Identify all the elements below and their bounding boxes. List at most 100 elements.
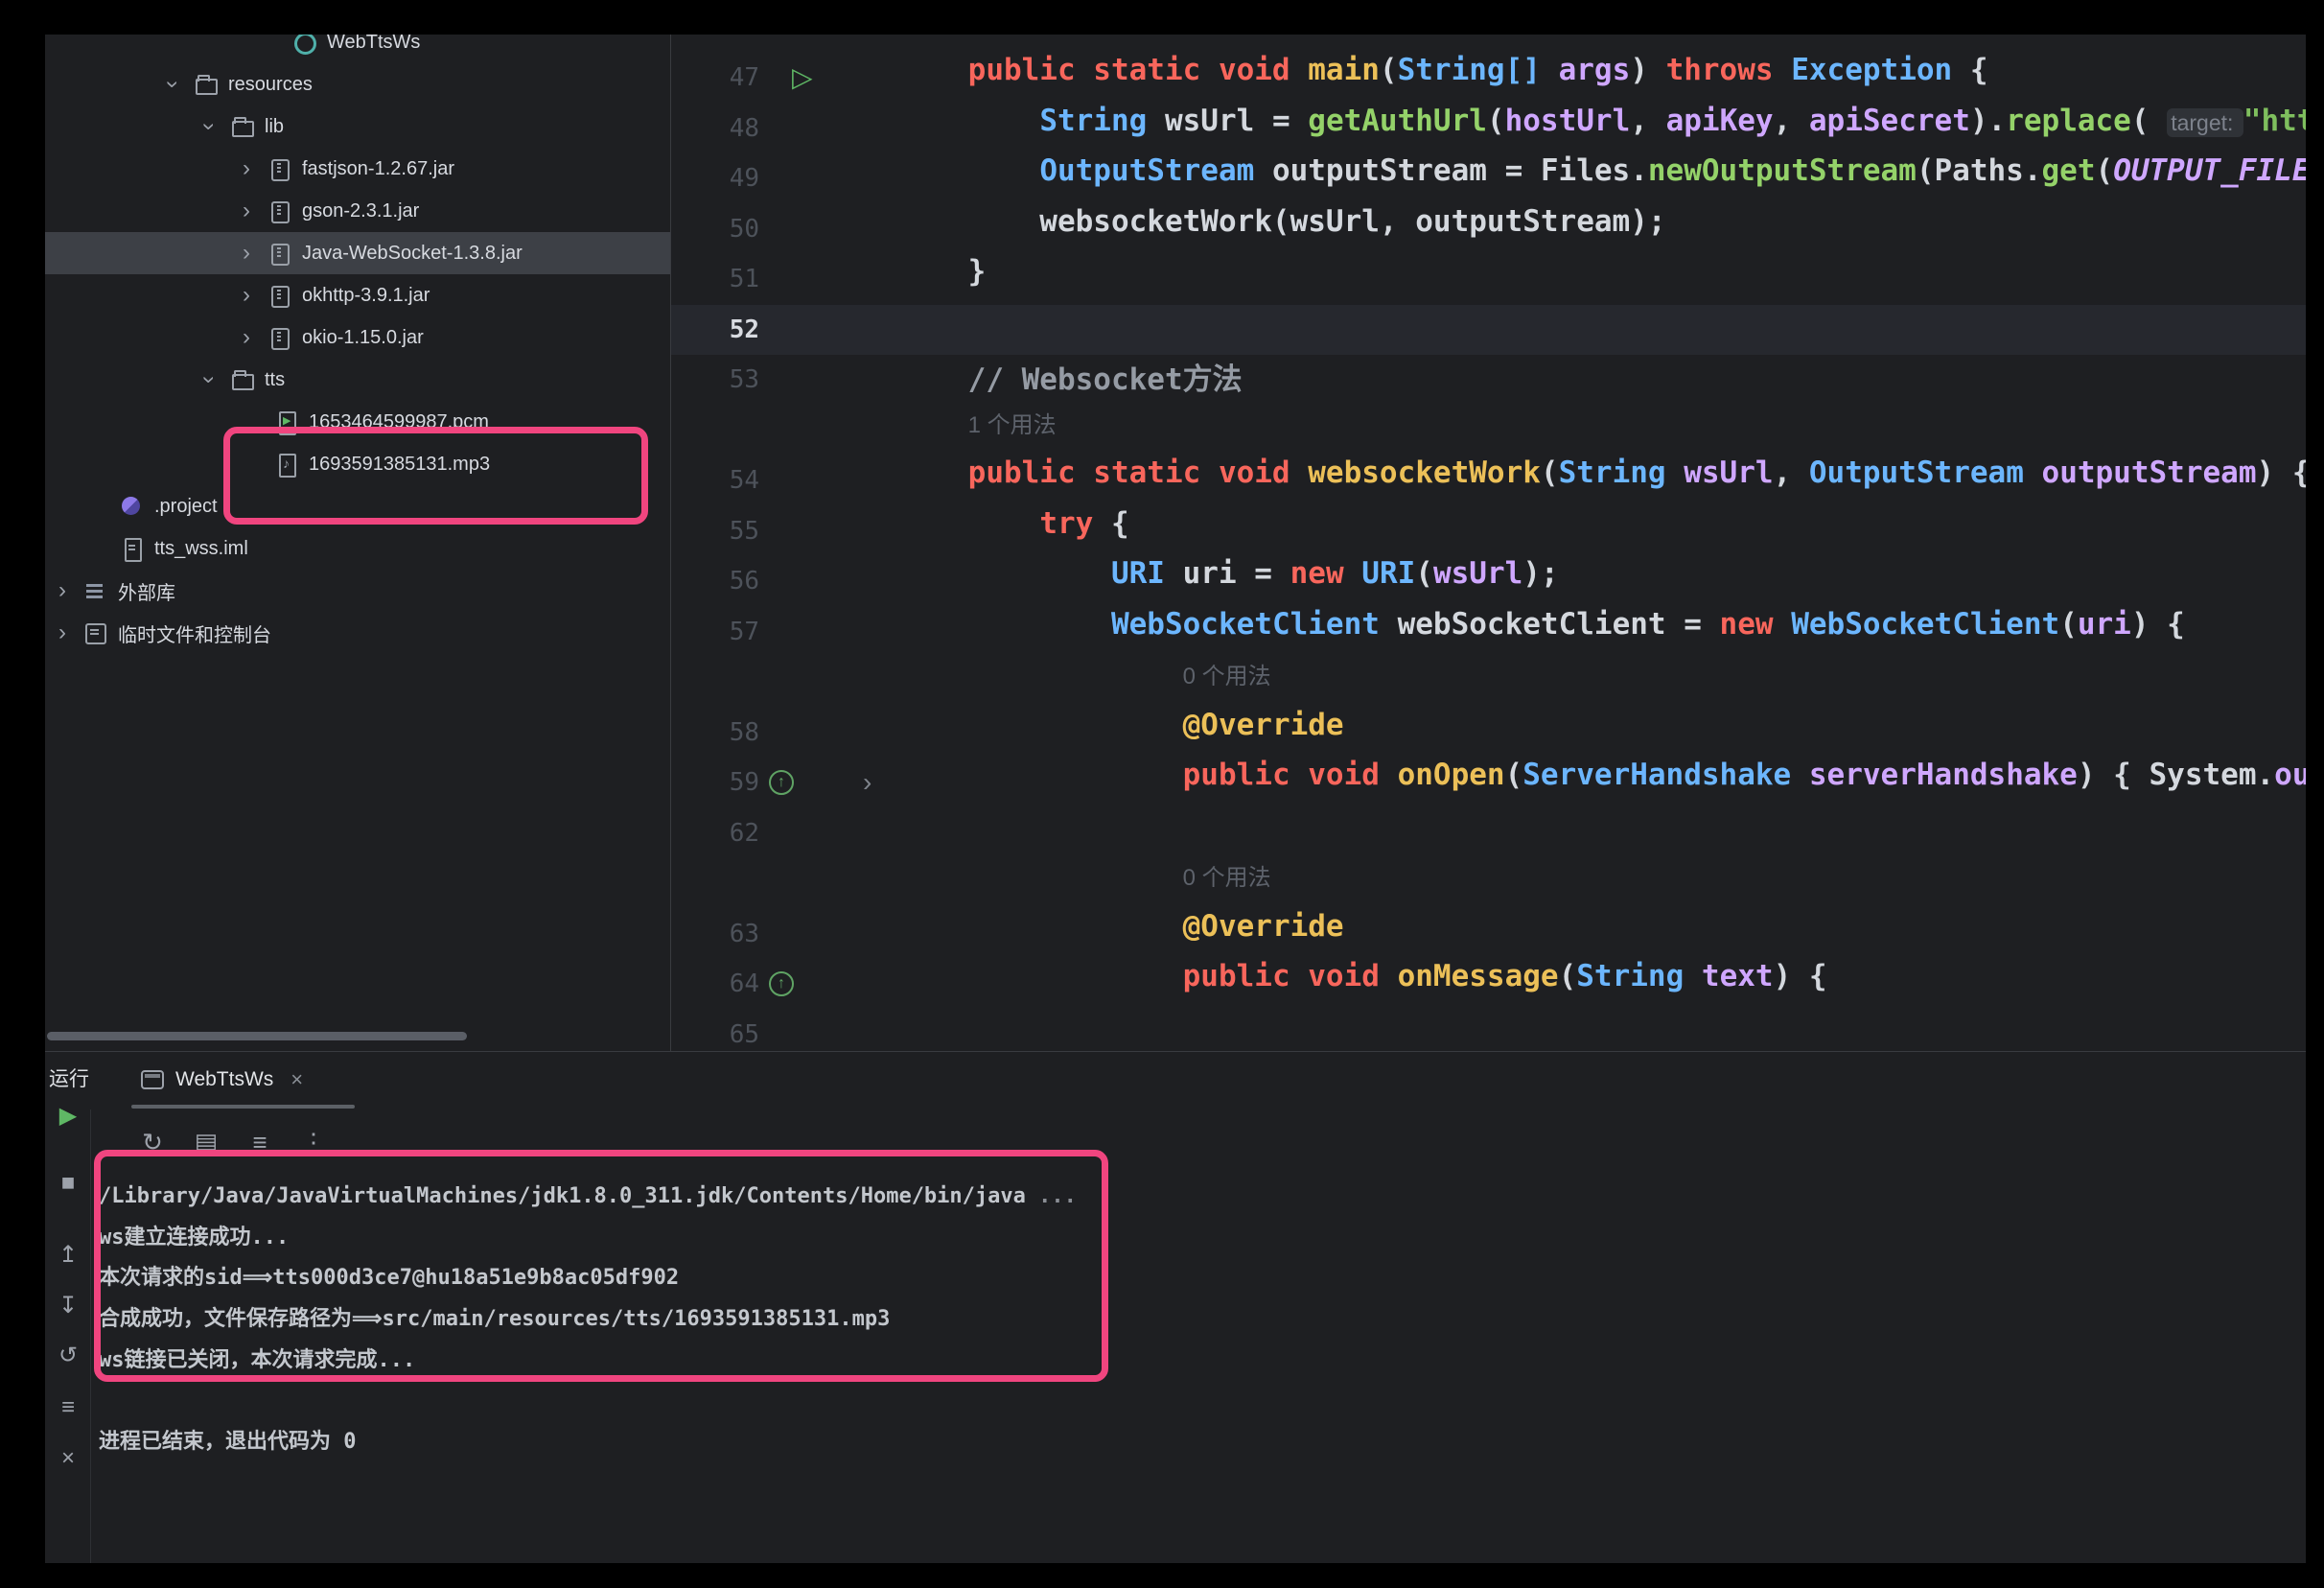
- editor-row[interactable]: 65: [671, 1010, 2306, 1052]
- project-file-icon: [120, 495, 143, 518]
- tree-item-label: fastjson-1.2.67.jar: [302, 158, 454, 180]
- tree-item-okio-jar[interactable]: › okio-1.15.0.jar: [45, 316, 670, 359]
- tree-item-external-libraries[interactable]: › 外部库: [45, 570, 670, 612]
- line-number: 53: [671, 365, 759, 394]
- editor-row[interactable]: 55 try {: [671, 506, 2306, 557]
- code-line: 0 个用法: [896, 657, 1271, 708]
- scroll-up-icon[interactable]: ↥: [49, 1241, 87, 1270]
- editor-row[interactable]: 0 个用法: [671, 858, 2306, 909]
- chevron-right-icon[interactable]: ›: [237, 199, 256, 222]
- fold-arrow-icon[interactable]: ›: [863, 769, 872, 796]
- editor-row[interactable]: 53 // Websocket方法: [671, 355, 2306, 406]
- run-tab-webttsws[interactable]: WebTtsWs ×: [131, 1058, 313, 1102]
- scroll-down-icon[interactable]: ↧: [49, 1292, 87, 1320]
- close-icon[interactable]: ×: [290, 1067, 303, 1092]
- process-exit-line: 进程已结束，退出代码为 0: [99, 1422, 2287, 1463]
- scratch-icon: [83, 621, 106, 644]
- jar-icon: [267, 326, 290, 349]
- line-number: 62: [671, 819, 759, 848]
- line-number: 47: [671, 63, 759, 92]
- editor-row[interactable]: 57 WebSocketClient webSocketClient = new…: [671, 607, 2306, 658]
- tree-item-label: 1693591385131.mp3: [309, 454, 490, 476]
- override-gutter-icon[interactable]: ↑: [769, 971, 794, 996]
- editor-row[interactable]: 59↑› public void onOpen(ServerHandshake …: [671, 758, 2306, 808]
- iml-file-icon: [120, 537, 143, 560]
- more-icon[interactable]: ⋮: [297, 1126, 330, 1158]
- folder-icon: [194, 73, 217, 96]
- code-line: @Override: [896, 708, 1344, 759]
- jar-icon: [267, 242, 290, 265]
- console-line: 本次请求的sid⟹tts000d3ce7@hu18a51e9b8ac05df90…: [99, 1258, 2287, 1299]
- tree-item-java-websocket-jar[interactable]: › Java-WebSocket-1.3.8.jar: [45, 232, 670, 274]
- rerun-icon[interactable]: ↻: [136, 1126, 169, 1158]
- jar-icon: [267, 199, 290, 222]
- ide-window: WebTtsWs › resources › lib › fastjson-1.…: [45, 35, 2306, 1563]
- run-tool-window: 运行 WebTtsWs × ↻ ▤ ≡ ⋮ ▶ ■ ↥ ↧ ↺ ≡ × /Lib…: [45, 1051, 2306, 1563]
- tree-item-label: .project: [154, 496, 218, 518]
- override-gutter-icon[interactable]: ↑: [769, 770, 794, 795]
- restart-icon[interactable]: ↺: [49, 1342, 87, 1370]
- tree-item-resources[interactable]: › resources: [45, 63, 670, 105]
- line-number: 58: [671, 718, 759, 747]
- code-editor[interactable]: 47▷ public static void main(String[] arg…: [671, 35, 2306, 1051]
- tree-item-gson-jar[interactable]: › gson-2.3.1.jar: [45, 190, 670, 232]
- line-number: 57: [671, 618, 759, 646]
- chevron-right-icon[interactable]: ›: [53, 621, 72, 644]
- soft-wrap-icon[interactable]: ≡: [49, 1393, 87, 1422]
- tree-item-scratches[interactable]: › 临时文件和控制台: [45, 612, 670, 654]
- tree-item-mp3-file[interactable]: 1693591385131.mp3: [45, 443, 670, 485]
- editor-row[interactable]: 64↑ public void onMessage(String text) {: [671, 959, 2306, 1010]
- tree-horizontal-scrollbar[interactable]: [47, 1032, 467, 1040]
- editor-row[interactable]: 56 URI uri = new URI(wsUrl);: [671, 556, 2306, 607]
- command-ellipsis[interactable]: ...: [1026, 1184, 1077, 1208]
- editor-row[interactable]: 0 个用法: [671, 657, 2306, 708]
- editor-row[interactable]: 58 @Override: [671, 708, 2306, 759]
- chevron-right-icon[interactable]: ›: [53, 579, 72, 602]
- chevron-down-icon[interactable]: ›: [198, 370, 221, 389]
- tree-item-webttsws[interactable]: WebTtsWs: [45, 35, 670, 63]
- chevron-right-icon[interactable]: ›: [237, 157, 256, 180]
- chevron-right-icon[interactable]: ›: [237, 242, 256, 265]
- layout-icon[interactable]: ▤: [190, 1126, 222, 1158]
- tree-item-label: okio-1.15.0.jar: [302, 327, 424, 349]
- editor-row[interactable]: 47▷ public static void main(String[] arg…: [671, 53, 2306, 104]
- editor-row[interactable]: 49 OutputStream outputStream = Files.new…: [671, 153, 2306, 204]
- run-gutter-icon[interactable]: ▷: [792, 64, 813, 91]
- tree-item-project-file[interactable]: .project: [45, 485, 670, 527]
- jar-icon: [267, 284, 290, 307]
- active-tab-indicator: [131, 1105, 355, 1109]
- tree-item-label: okhttp-3.9.1.jar: [302, 285, 430, 307]
- tree-item-fastjson-jar[interactable]: › fastjson-1.2.67.jar: [45, 148, 670, 190]
- line-number: 63: [671, 920, 759, 948]
- editor-row[interactable]: 1 个用法: [671, 406, 2306, 456]
- line-number: 54: [671, 466, 759, 495]
- code-line: String wsUrl = getAuthUrl(hostUrl, apiKe…: [896, 104, 2306, 154]
- jar-icon: [267, 157, 290, 180]
- code-line: // Websocket方法: [896, 355, 1243, 406]
- tree-item-iml-file[interactable]: tts_wss.iml: [45, 527, 670, 570]
- line-number: 59: [671, 768, 759, 797]
- chevron-down-icon[interactable]: ›: [161, 75, 184, 94]
- clear-icon[interactable]: ×: [49, 1444, 87, 1473]
- console-output[interactable]: /Library/Java/JavaVirtualMachines/jdk1.8…: [99, 1177, 2287, 1463]
- code-line: websocketWork(wsUrl, outputStream);: [896, 204, 1666, 255]
- chevron-right-icon[interactable]: ›: [237, 284, 256, 307]
- editor-row[interactable]: 51 }: [671, 254, 2306, 305]
- editor-row[interactable]: 54 public static void websocketWork(Stri…: [671, 455, 2306, 506]
- editor-row[interactable]: 50 websocketWork(wsUrl, outputStream);: [671, 204, 2306, 255]
- options-icon[interactable]: ≡: [244, 1126, 276, 1158]
- chevron-right-icon[interactable]: ›: [237, 326, 256, 349]
- editor-row[interactable]: 63 @Override: [671, 909, 2306, 960]
- tree-item-tts[interactable]: › tts: [45, 359, 670, 401]
- run-icon[interactable]: ▶: [49, 1102, 87, 1131]
- tree-item-lib[interactable]: › lib: [45, 105, 670, 148]
- editor-row[interactable]: 62: [671, 808, 2306, 859]
- stop-icon[interactable]: ■: [49, 1169, 87, 1198]
- code-line: 0 个用法: [896, 858, 1271, 909]
- tree-item-okhttp-jar[interactable]: › okhttp-3.9.1.jar: [45, 274, 670, 316]
- editor-row[interactable]: 52: [671, 305, 2306, 356]
- divider: [90, 1109, 91, 1563]
- chevron-down-icon[interactable]: ›: [198, 117, 221, 136]
- editor-row[interactable]: 48 String wsUrl = getAuthUrl(hostUrl, ap…: [671, 104, 2306, 154]
- tree-item-pcm-file[interactable]: 1653464599987.pcm: [45, 401, 670, 443]
